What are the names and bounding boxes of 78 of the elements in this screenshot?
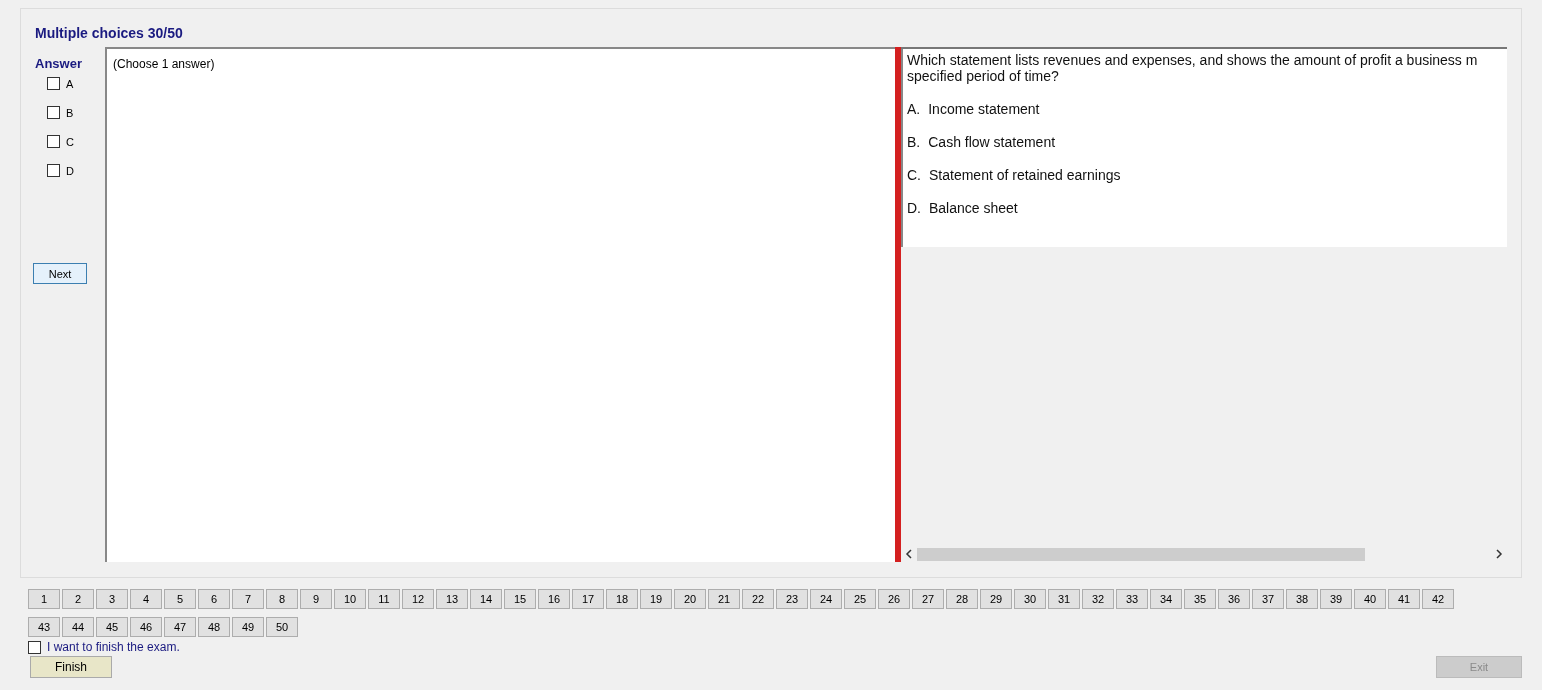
- question-number-button[interactable]: 3: [96, 589, 128, 609]
- question-number-button[interactable]: 42: [1422, 589, 1454, 609]
- question-number-button[interactable]: 32: [1082, 589, 1114, 609]
- scrollbar-thumb[interactable]: [917, 547, 1365, 561]
- question-number-button[interactable]: 6: [198, 589, 230, 609]
- question-number-button[interactable]: 15: [504, 589, 536, 609]
- next-button[interactable]: Next: [33, 263, 87, 284]
- question-number-button[interactable]: 9: [300, 589, 332, 609]
- answer-checkbox[interactable]: [47, 77, 60, 90]
- scroll-right-icon[interactable]: [1495, 549, 1503, 559]
- question-number-button[interactable]: 28: [946, 589, 978, 609]
- choice-text: Statement of retained earnings: [929, 167, 1121, 183]
- question-number-button[interactable]: 1: [28, 589, 60, 609]
- question-number-button[interactable]: 17: [572, 589, 604, 609]
- question-number-button[interactable]: 12: [402, 589, 434, 609]
- question-number-button[interactable]: 2: [62, 589, 94, 609]
- question-number-button[interactable]: 19: [640, 589, 672, 609]
- answer-option-label: A: [66, 77, 74, 90]
- choice-text: Income statement: [928, 101, 1040, 117]
- question-number-button[interactable]: 49: [232, 617, 264, 637]
- instruction-text: (Choose 1 answer): [113, 57, 215, 71]
- question-number-button[interactable]: 26: [878, 589, 910, 609]
- question-number-button[interactable]: 11: [368, 589, 400, 609]
- finish-checkbox[interactable]: [28, 640, 41, 654]
- question-number-button[interactable]: 25: [844, 589, 876, 609]
- answer-option-label: B: [66, 106, 74, 119]
- choice-letter: C.: [907, 167, 921, 183]
- exam-title: Multiple choices 30/50: [34, 24, 184, 43]
- question-number-button[interactable]: 43: [28, 617, 60, 637]
- choice-letter: D.: [907, 200, 921, 216]
- question-number-button[interactable]: 48: [198, 617, 230, 637]
- question-number-button[interactable]: 44: [62, 617, 94, 637]
- question-number-button[interactable]: 31: [1048, 589, 1080, 609]
- question-number-button[interactable]: 45: [96, 617, 128, 637]
- answer-heading: Answer: [35, 56, 82, 71]
- question-number-button[interactable]: 14: [470, 589, 502, 609]
- question-number-button[interactable]: 37: [1252, 589, 1284, 609]
- question-number-button[interactable]: 13: [436, 589, 468, 609]
- answer-option-label: C: [66, 135, 74, 148]
- question-text: specified period of time?: [907, 68, 1060, 84]
- question-number-button[interactable]: 4: [130, 589, 162, 609]
- question-number-button[interactable]: 38: [1286, 589, 1318, 609]
- question-number-button[interactable]: 33: [1116, 589, 1148, 609]
- question-number-button[interactable]: 50: [266, 617, 298, 637]
- question-number-button[interactable]: 22: [742, 589, 774, 609]
- question-number-button[interactable]: 35: [1184, 589, 1216, 609]
- question-number-button[interactable]: 27: [912, 589, 944, 609]
- question-number-button[interactable]: 36: [1218, 589, 1250, 609]
- answer-checkbox[interactable]: [47, 135, 60, 148]
- choice-letter: A.: [907, 101, 921, 117]
- question-number-button[interactable]: 20: [674, 589, 706, 609]
- question-number-button[interactable]: 21: [708, 589, 740, 609]
- choice-text: Cash flow statement: [928, 134, 1056, 150]
- question-number-button[interactable]: 40: [1354, 589, 1386, 609]
- question-number-button[interactable]: 18: [606, 589, 638, 609]
- finish-label: I want to finish the exam.: [47, 640, 180, 654]
- answer-checkbox[interactable]: [47, 106, 60, 119]
- answer-option-label: D: [66, 164, 74, 177]
- question-number-button[interactable]: 29: [980, 589, 1012, 609]
- answer-checkbox[interactable]: [47, 164, 60, 177]
- question-number-button[interactable]: 5: [164, 589, 196, 609]
- question-number-button[interactable]: 24: [810, 589, 842, 609]
- question-number-button[interactable]: 47: [164, 617, 196, 637]
- question-number-button[interactable]: 30: [1014, 589, 1046, 609]
- question-number-button[interactable]: 39: [1320, 589, 1352, 609]
- question-number-button[interactable]: 7: [232, 589, 264, 609]
- question-number-button[interactable]: 23: [776, 589, 808, 609]
- question-number-button[interactable]: 34: [1150, 589, 1182, 609]
- question-number-button[interactable]: 8: [266, 589, 298, 609]
- question-number-button[interactable]: 10: [334, 589, 366, 609]
- question-number-button[interactable]: 16: [538, 589, 570, 609]
- choice-letter: B.: [907, 134, 921, 150]
- question-number-button[interactable]: 41: [1388, 589, 1420, 609]
- question-number-button[interactable]: 46: [130, 617, 162, 637]
- question-text: Which statement lists revenues and expenses, and shows the amount of profit a business m: [907, 52, 1479, 68]
- scroll-left-icon[interactable]: [905, 549, 913, 559]
- choice-text: Balance sheet: [929, 200, 1018, 216]
- finish-button[interactable]: Finish: [30, 656, 112, 678]
